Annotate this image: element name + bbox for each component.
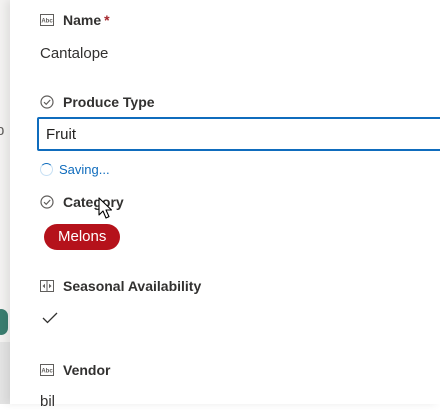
- choice-check-icon: [40, 95, 54, 109]
- edit-item-panel: Abc Name * Cantalope Produce Type Saving…: [10, 0, 440, 410]
- produce-type-label-text: Produce Type: [63, 94, 155, 110]
- background-avatar: [0, 309, 8, 335]
- vendor-label-text: Vendor: [63, 362, 111, 378]
- background-row: [0, 342, 10, 404]
- background-text-fragment: p: [0, 122, 5, 139]
- loading-spinner-icon: [40, 163, 53, 176]
- saving-status-text: Saving...: [59, 162, 110, 177]
- name-label-text: Name: [63, 12, 102, 28]
- produce-type-field-label: Produce Type: [40, 94, 155, 110]
- vendor-field-label: Abc Vendor: [40, 362, 110, 378]
- text-field-icon: Abc: [40, 363, 54, 377]
- svg-text:Abc: Abc: [41, 369, 53, 375]
- saving-status: Saving...: [40, 162, 110, 177]
- svg-text:Abc: Abc: [41, 19, 53, 25]
- choice-check-icon: [40, 195, 54, 209]
- vendor-value[interactable]: bil: [40, 393, 55, 410]
- mouse-pointer-icon: [98, 197, 114, 226]
- seasonal-availability-label-text: Seasonal Availability: [63, 278, 202, 294]
- seasonal-availability-field-label: Seasonal Availability: [40, 278, 201, 294]
- required-marker: *: [104, 12, 110, 28]
- background-list-edge: p: [0, 0, 10, 404]
- name-field-label: Abc Name *: [40, 12, 110, 28]
- category-tag[interactable]: Melons: [44, 224, 121, 250]
- yes-no-toggle-icon: [40, 279, 54, 293]
- checkmark-icon[interactable]: [42, 311, 58, 330]
- name-value[interactable]: Cantalope: [40, 45, 108, 62]
- produce-type-input[interactable]: [37, 117, 440, 151]
- category-label-text: Category: [63, 194, 124, 210]
- text-field-icon: Abc: [40, 13, 54, 27]
